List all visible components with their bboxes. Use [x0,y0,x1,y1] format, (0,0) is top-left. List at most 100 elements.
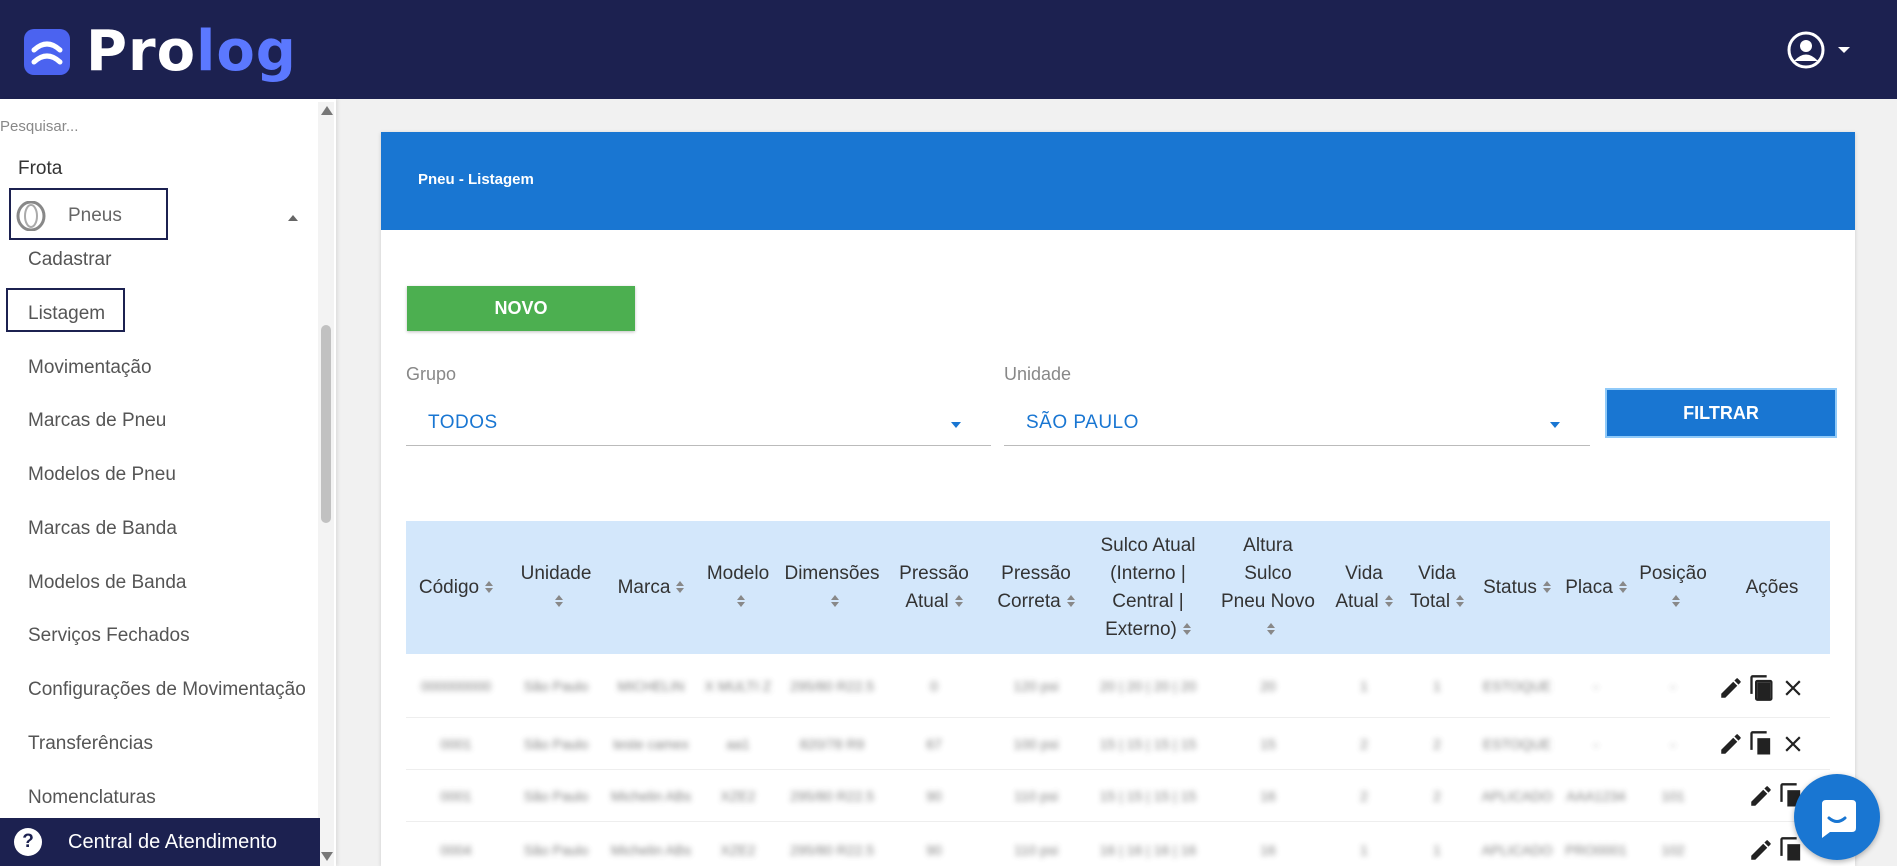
col-codigo[interactable]: Código [406,521,506,654]
card-header: Pneu - Listagem [381,132,1855,230]
col-unidade[interactable]: Unidade [506,521,606,654]
col-vida-total[interactable]: Vida Total [1400,521,1474,654]
col-vida-total-label-2: Total [1409,590,1451,612]
unidade-select[interactable]: SÃO PAULO [1004,402,1590,446]
tire-icon [16,201,46,231]
sort-icon [555,595,563,608]
sidebar-item-movimentacao[interactable]: Movimentação [28,357,152,379]
cell-vida-total: 1 [1433,677,1441,694]
row-actions [1748,836,1806,864]
sidebar-item-transferencias[interactable]: Transferências [28,733,153,755]
col-pressao-correta-label: Pressão [1001,562,1071,584]
logo-mark-icon [24,29,70,75]
col-placa[interactable]: Placa [1560,521,1632,654]
logo-text-pro: Pro [86,19,197,84]
edit-icon[interactable] [1748,783,1774,809]
col-status[interactable]: Status [1474,521,1560,654]
cell-dimensoes: 820/78 R9 [799,735,865,752]
chat-icon [1822,800,1856,838]
close-icon[interactable] [1780,731,1806,757]
cell-status: APLICADO [1481,841,1553,858]
col-modelo[interactable]: Modelo [696,521,780,654]
collapse-caret-icon[interactable] [288,215,298,221]
sidebar-item-listagem[interactable]: Listagem [28,303,105,325]
table-header: Código Unidade Marca Modelo Dimensões Pr… [406,521,1830,654]
scroll-up-icon[interactable] [321,106,333,115]
cell-vida-total: 1 [1433,841,1441,858]
col-placa-label: Placa [1565,576,1613,598]
col-altura-sulco-label-3: Pneu Novo [1220,590,1315,612]
prolog-logo[interactable]: Prolog [24,24,297,80]
scroll-down-icon[interactable] [321,852,333,861]
edit-icon[interactable] [1748,837,1774,863]
col-pressao-atual-label: Pressão [899,562,969,584]
col-pressao-correta[interactable]: Pressão Correta [984,521,1088,654]
col-altura-sulco[interactable]: Altura Sulco Pneu Novo [1208,521,1328,654]
filter-button[interactable]: FILTRAR [1605,388,1837,438]
unidade-select-value: SÃO PAULO [1026,412,1139,433]
dropdown-arrow-icon [1550,422,1560,428]
unidade-label: Unidade [1004,364,1072,384]
main-card: Pneu - Listagem NOVO Grupo TODOS Unidade… [381,132,1855,866]
sort-icon [1542,581,1551,594]
sidebar-item-cadastrar[interactable]: Cadastrar [28,249,111,271]
sidebar-item-servicos-fechados[interactable]: Serviços Fechados [28,625,190,647]
sort-icon [830,595,839,608]
col-posicao[interactable]: Posição [1632,521,1714,654]
sidebar-item-modelos-de-banda[interactable]: Modelos de Banda [28,572,186,594]
help-center-button[interactable]: ? Central de Atendimento [0,818,320,866]
cell-pressao-atual: 0 [930,677,938,694]
sort-icon [1671,595,1680,608]
user-avatar-icon [1787,31,1825,69]
grupo-select[interactable]: TODOS [406,402,991,446]
col-dimensoes[interactable]: Dimensões [780,521,884,654]
sidebar-scroll-thumb[interactable] [321,325,331,523]
cell-pressao-correta: 110 psi [1013,787,1059,804]
help-icon: ? [14,828,42,856]
cell-marca: Michelin ABs [610,787,692,804]
chevron-down-icon [1838,47,1850,53]
sidebar-item-marcas-de-banda[interactable]: Marcas de Banda [28,518,177,540]
copy-icon[interactable] [1748,674,1776,702]
sort-icon [485,581,494,594]
chat-button[interactable] [1794,774,1880,860]
sort-icon [954,595,963,608]
cell-unidade: São Paulo [523,787,589,804]
edit-icon[interactable] [1718,731,1744,757]
col-marca[interactable]: Marca [606,521,696,654]
sidebar-item-modelos-de-pneu[interactable]: Modelos de Pneu [28,464,176,486]
cell-altura-sulco: 16 [1260,787,1276,804]
col-altura-sulco-label-2: Sulco [1244,562,1292,584]
col-pressao-correta-label-2: Correta [997,590,1061,612]
sidebar-search-input[interactable]: Pesquisar... [0,118,78,135]
user-menu[interactable] [1786,30,1850,70]
col-dimensoes-label: Dimensões [784,562,880,584]
cell-marca: teste camex [613,735,689,752]
col-pressao-atual[interactable]: Pressão Atual [884,521,984,654]
cell-modelo: XZE2 [720,787,756,804]
new-button[interactable]: NOVO [407,286,635,331]
row-actions [1718,674,1806,702]
cell-marca: Michelin ABs [610,841,692,858]
cell-vida-atual: 2 [1360,735,1368,752]
col-vida-atual[interactable]: Vida Atual [1328,521,1400,654]
cell-unidade: São Paulo [523,677,589,694]
sidebar-item-nomenclaturas[interactable]: Nomenclaturas [28,787,156,809]
cell-placa: PRO0001 [1565,841,1627,858]
sidebar-item-marcas-de-pneu[interactable]: Marcas de Pneu [28,410,166,432]
sidebar-item-configuracoes-movimentacao[interactable]: Configurações de Movimentação [28,679,306,701]
cell-altura-sulco: 20 [1260,677,1276,694]
sidebar-section-frota[interactable]: Frota [18,158,62,180]
col-sulco-atual-label-3: Central | [1112,590,1184,612]
col-sulco-atual[interactable]: Sulco Atual (Interno | Central | Externo) [1088,521,1208,654]
cell-codigo: 0001 [440,787,472,804]
close-icon[interactable] [1780,675,1806,701]
cell-vida-atual: 2 [1360,787,1368,804]
col-altura-sulco-label: Altura [1243,534,1293,556]
sort-icon [1384,595,1393,608]
sort-icon [1066,595,1075,608]
cell-codigo: 000000000 [420,677,492,694]
cell-pressao-correta: 100 psi [1013,735,1059,752]
copy-icon[interactable] [1748,730,1776,758]
edit-icon[interactable] [1718,675,1744,701]
